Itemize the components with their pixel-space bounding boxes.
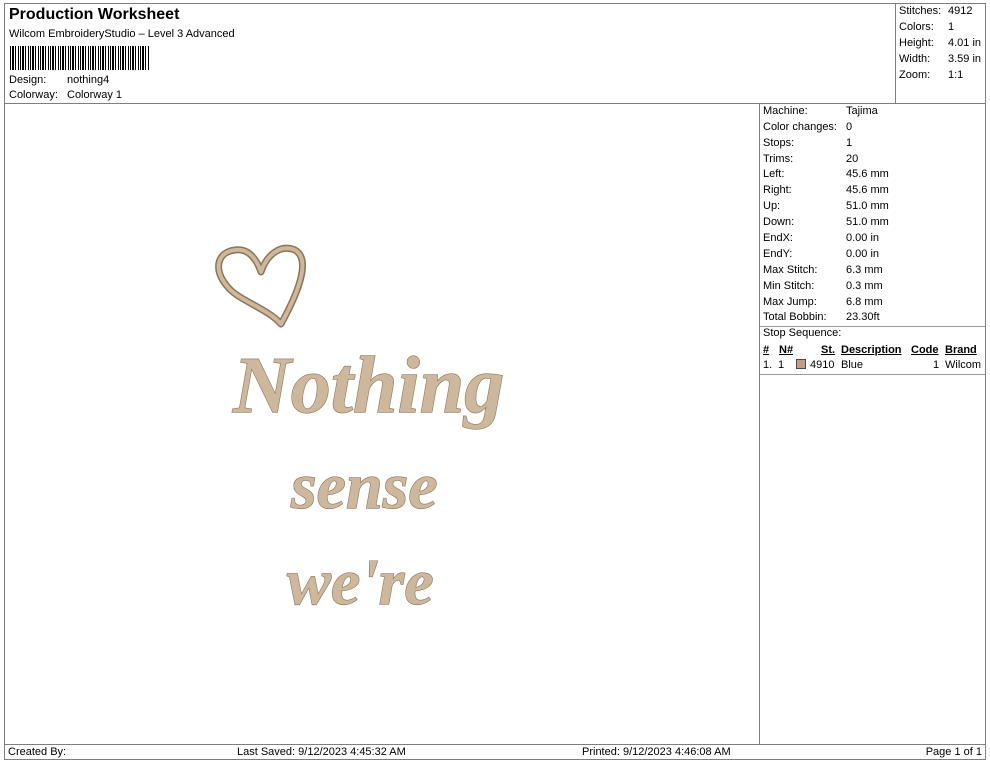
detail-row-down: Down: 51.0 mm bbox=[763, 216, 889, 228]
column-header-needle: N# bbox=[779, 344, 794, 356]
summary-panel: Stitches: 4912 Colors: 1 Height: 4.01 in Wi… bbox=[895, 3, 986, 104]
design-value: nothing4 bbox=[67, 74, 110, 86]
detail-label: Stops: bbox=[763, 137, 795, 149]
colorway-label: Colorway: bbox=[9, 89, 58, 101]
detail-value: 1 bbox=[846, 137, 853, 149]
detail-label: Min Stitch: bbox=[763, 280, 815, 292]
detail-row-right: Right: 45.6 mm bbox=[763, 184, 889, 196]
created-by: Created By: bbox=[8, 746, 67, 758]
detail-row-min-stitch: Min Stitch: 0.3 mm bbox=[763, 280, 883, 292]
design-text-line-3: we're bbox=[287, 546, 434, 619]
summary-label: Width: bbox=[899, 53, 931, 65]
colorway-field: Colorway: Colorway 1 bbox=[9, 89, 122, 101]
stop-row-index: 1. bbox=[763, 359, 773, 371]
detail-label: Down: bbox=[763, 216, 795, 228]
detail-value: 45.6 mm bbox=[846, 168, 889, 180]
column-header-brand: Brand bbox=[945, 344, 977, 356]
summary-label: Height: bbox=[899, 37, 934, 49]
page-number: Page 1 of 1 bbox=[925, 746, 982, 758]
summary-value: 3.59 in bbox=[948, 53, 982, 65]
detail-value: 0.3 mm bbox=[846, 280, 883, 292]
summary-row-zoom: Zoom: 1:1 bbox=[899, 69, 963, 81]
printed-date: Printed: 9/12/2023 4:46:08 AM bbox=[582, 746, 731, 758]
detail-label: Trims: bbox=[763, 153, 794, 165]
detail-label: Machine: bbox=[763, 105, 808, 117]
stop-row-description: Blue bbox=[841, 359, 864, 371]
last-saved: Last Saved: 9/12/2023 4:45:32 AM bbox=[237, 746, 406, 758]
summary-row-stitches: Stitches: 4912 bbox=[899, 5, 972, 17]
worksheet-footer: Created By: Last Saved: 9/12/2023 4:45:3… bbox=[4, 744, 986, 760]
detail-value: 0.00 in bbox=[846, 232, 880, 244]
colorway-value: Colorway 1 bbox=[67, 89, 123, 101]
software-name: Wilcom EmbroideryStudio – Level 3 Advanc… bbox=[9, 28, 235, 40]
stop-row-code: 1 bbox=[933, 359, 940, 371]
summary-label: Colors: bbox=[899, 21, 934, 33]
embroidery-canvas: Nothing sense we're bbox=[215, 244, 505, 620]
summary-row-height: Height: 4.01 in bbox=[899, 37, 981, 49]
worksheet-title: Production Worksheet bbox=[9, 6, 180, 23]
detail-row-stops: Stops: 1 bbox=[763, 137, 852, 149]
detail-row-color-changes: Color changes: 0 bbox=[763, 121, 852, 133]
design-field: Design: nothing4 bbox=[9, 74, 109, 86]
summary-value: 1:1 bbox=[948, 69, 964, 81]
detail-value: Tajima bbox=[846, 105, 878, 117]
detail-label: Color changes: bbox=[763, 121, 837, 133]
column-header-stitches: St. bbox=[821, 344, 836, 356]
detail-label: Max Jump: bbox=[763, 296, 817, 308]
summary-value: 4.01 in bbox=[948, 37, 982, 49]
detail-value: 23.30ft bbox=[846, 311, 880, 323]
design-preview: Nothing sense we're bbox=[4, 103, 760, 745]
column-header-index: # bbox=[763, 344, 770, 356]
design-label: Design: bbox=[9, 74, 47, 86]
design-text-line-2: sense bbox=[290, 450, 438, 523]
detail-row-endy: EndY: 0.00 in bbox=[763, 248, 879, 260]
worksheet-header: Production Worksheet Wilcom EmbroiderySt… bbox=[4, 3, 896, 104]
detail-row-trims: Trims: 20 bbox=[763, 153, 858, 165]
summary-row-width: Width: 3.59 in bbox=[899, 53, 981, 65]
summary-value: 4912 bbox=[948, 5, 973, 17]
summary-label: Zoom: bbox=[899, 69, 931, 81]
detail-value: 6.3 mm bbox=[846, 264, 883, 276]
detail-value: 51.0 mm bbox=[846, 200, 889, 212]
column-header-description: Description bbox=[841, 344, 902, 356]
summary-label: Stitches: bbox=[899, 5, 942, 17]
details-panel: Machine: Tajima Color changes: 0 Stops: 1 T… bbox=[759, 103, 986, 745]
detail-label: Total Bobbin: bbox=[763, 311, 827, 323]
detail-value: 6.8 mm bbox=[846, 296, 883, 308]
detail-label: Max Stitch: bbox=[763, 264, 818, 276]
stop-row-brand: Wilcom bbox=[945, 359, 982, 371]
stop-row-stitches: 4910 bbox=[810, 359, 835, 371]
detail-row-max-stitch: Max Stitch: 6.3 mm bbox=[763, 264, 883, 276]
detail-value: 20 bbox=[846, 153, 859, 165]
detail-label: Right: bbox=[763, 184, 792, 196]
column-header-code: Code bbox=[911, 344, 939, 356]
barcode bbox=[10, 46, 150, 70]
detail-value: 51.0 mm bbox=[846, 216, 889, 228]
stop-sequence-title: Stop Sequence: bbox=[763, 327, 842, 339]
detail-row-machine: Machine: Tajima bbox=[763, 105, 878, 117]
detail-value: 45.6 mm bbox=[846, 184, 889, 196]
detail-value: 0 bbox=[846, 121, 853, 133]
divider bbox=[760, 374, 985, 375]
detail-row-max-jump: Max Jump: 6.8 mm bbox=[763, 296, 883, 308]
detail-label: EndY: bbox=[763, 248, 793, 260]
design-text-line-1: Nothing bbox=[232, 342, 504, 430]
detail-label: EndX: bbox=[763, 232, 793, 244]
stop-row-needle: 1 bbox=[778, 359, 785, 371]
detail-row-endx: EndX: 0.00 in bbox=[763, 232, 879, 244]
detail-row-total-bobbin: Total Bobbin: 23.30ft bbox=[763, 311, 880, 323]
summary-row-colors: Colors: 1 bbox=[899, 21, 954, 33]
heart-icon bbox=[215, 244, 306, 328]
thread-color-swatch bbox=[796, 359, 806, 369]
detail-row-left: Left: 45.6 mm bbox=[763, 168, 889, 180]
summary-value: 1 bbox=[948, 21, 955, 33]
detail-label: Up: bbox=[763, 200, 781, 212]
detail-label: Left: bbox=[763, 168, 785, 180]
detail-row-up: Up: 51.0 mm bbox=[763, 200, 889, 212]
detail-value: 0.00 in bbox=[846, 248, 880, 260]
